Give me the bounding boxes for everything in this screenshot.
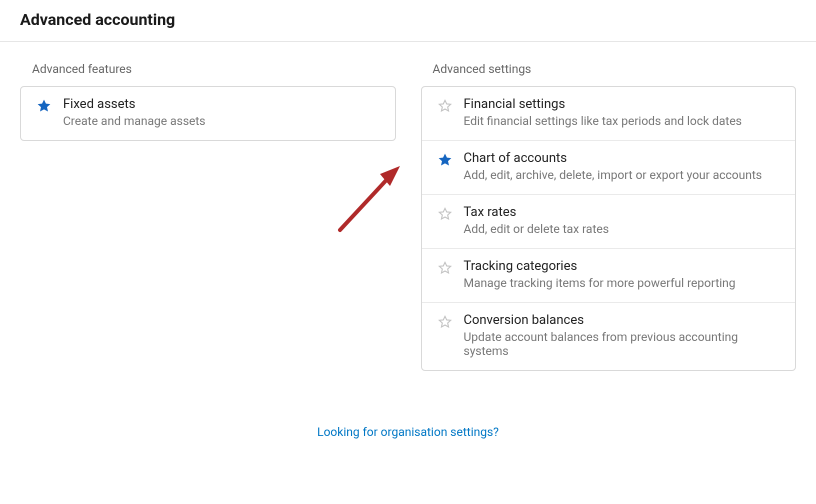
card-tracking-categories[interactable]: Tracking categories Manage tracking item… bbox=[422, 249, 796, 303]
star-icon[interactable] bbox=[434, 152, 456, 168]
card-title: Financial settings bbox=[464, 97, 782, 112]
card-desc: Add, edit, archive, delete, import or ex… bbox=[464, 168, 782, 182]
card-conversion-balances[interactable]: Conversion balances Update account balan… bbox=[422, 303, 796, 370]
card-body: Tax rates Add, edit or delete tax rates bbox=[456, 205, 782, 236]
card-title: Fixed assets bbox=[63, 97, 381, 112]
card-body: Chart of accounts Add, edit, archive, de… bbox=[456, 151, 782, 182]
card-title: Conversion balances bbox=[464, 313, 782, 328]
card-desc: Create and manage assets bbox=[63, 114, 381, 128]
card-desc: Update account balances from previous ac… bbox=[464, 330, 782, 358]
advanced-features-list: Fixed assets Create and manage assets bbox=[20, 86, 396, 141]
card-body: Fixed assets Create and manage assets bbox=[55, 97, 381, 128]
advanced-settings-label: Advanced settings bbox=[433, 62, 797, 76]
card-chart-of-accounts[interactable]: Chart of accounts Add, edit, archive, de… bbox=[422, 141, 796, 195]
card-body: Financial settings Edit financial settin… bbox=[456, 97, 782, 128]
star-icon[interactable] bbox=[434, 314, 456, 330]
card-title: Tax rates bbox=[464, 205, 782, 220]
footer: Looking for organisation settings? bbox=[0, 425, 816, 439]
content-columns: Advanced features Fixed assets Create an… bbox=[0, 42, 816, 371]
star-icon[interactable] bbox=[434, 206, 456, 222]
page-title: Advanced accounting bbox=[0, 0, 816, 41]
card-body: Conversion balances Update account balan… bbox=[456, 313, 782, 358]
organisation-settings-link[interactable]: Looking for organisation settings? bbox=[317, 425, 499, 439]
card-tax-rates[interactable]: Tax rates Add, edit or delete tax rates bbox=[422, 195, 796, 249]
star-icon[interactable] bbox=[434, 260, 456, 276]
card-title: Tracking categories bbox=[464, 259, 782, 274]
card-title: Chart of accounts bbox=[464, 151, 782, 166]
card-desc: Edit financial settings like tax periods… bbox=[464, 114, 782, 128]
advanced-features-label: Advanced features bbox=[32, 62, 396, 76]
card-financial-settings[interactable]: Financial settings Edit financial settin… bbox=[422, 87, 796, 141]
advanced-features-column: Advanced features Fixed assets Create an… bbox=[20, 62, 396, 371]
card-desc: Add, edit or delete tax rates bbox=[464, 222, 782, 236]
star-icon[interactable] bbox=[33, 98, 55, 114]
star-icon[interactable] bbox=[434, 98, 456, 114]
advanced-settings-list: Financial settings Edit financial settin… bbox=[421, 86, 797, 371]
card-desc: Manage tracking items for more powerful … bbox=[464, 276, 782, 290]
card-body: Tracking categories Manage tracking item… bbox=[456, 259, 782, 290]
advanced-settings-column: Advanced settings Financial settings Edi… bbox=[421, 62, 797, 371]
card-fixed-assets[interactable]: Fixed assets Create and manage assets bbox=[21, 87, 395, 140]
